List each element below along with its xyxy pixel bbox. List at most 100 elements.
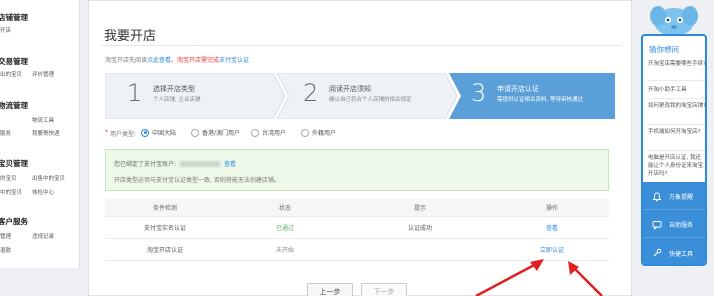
col-header: 状态	[278, 205, 291, 212]
help-title: 猜你想问	[649, 45, 679, 54]
step-title: 选择开店类型	[153, 85, 195, 93]
status-not-started: 未开始	[275, 247, 294, 254]
help-question[interactable]: 如何更改我的淘宝店铺?	[648, 102, 705, 110]
sidebar-link[interactable]: 中的宝贝	[0, 188, 22, 196]
sidebar-group-title: 店铺管理	[0, 13, 28, 22]
radio-foreign[interactable]: 外籍用户	[301, 128, 336, 137]
step-subtitle: 确认自己符合个人店铺的相关规定	[329, 97, 412, 103]
condition-name: 淘宝开店认证	[146, 247, 183, 254]
step-title: 阅读开店须知	[329, 85, 371, 93]
step-2: 2 阅读开店须知 确认自己符合个人店铺的相关规定	[277, 73, 457, 119]
help-question[interactable]: 手机端如何开淘宝店?	[648, 128, 705, 136]
table-row: 淘宝开店认证 未开始 立即认证	[105, 239, 609, 261]
reminder-button[interactable]: 万象提醒	[643, 184, 705, 210]
sidebar-link[interactable]: 出的宝贝	[0, 70, 22, 78]
sidebar-group-title: 客户服务	[0, 217, 28, 226]
page-title: 我要开店	[104, 29, 157, 44]
table-header: 条件检测 状态 提示 操作	[105, 199, 609, 217]
help-action-label: 万象提醒	[669, 194, 694, 201]
sidebar-link[interactable]: 违规记录	[32, 232, 54, 240]
chat-icon	[651, 219, 663, 231]
bell-icon	[651, 191, 663, 203]
divider	[647, 98, 705, 99]
wrench-icon	[651, 247, 663, 259]
notice-warning: 。淘宝开店需完成	[171, 57, 220, 64]
shop-type-note: 开店类型必须与支付宝认证类型一致, 否则将能无法创建店铺。	[114, 177, 280, 184]
alipay-bound-line: 您已绑定了支付宝账户: 查看	[114, 159, 236, 168]
step-title: 申请开店认证	[497, 85, 539, 93]
required-mark: *	[105, 129, 108, 136]
sidebar-link[interactable]: 管理	[0, 232, 11, 240]
radio-hk-macau[interactable]: 香港/澳门用户	[191, 128, 240, 137]
radio-taiwan[interactable]: 台湾用户	[251, 128, 286, 137]
alipay-bound-label: 您已绑定了支付宝账户:	[114, 161, 177, 168]
sidebar-link[interactable]: 服务	[0, 129, 11, 137]
help-actions: 万象提醒 自助服务 快捷工具	[643, 182, 705, 264]
help-action-label: 快捷工具	[669, 250, 694, 258]
divider	[647, 150, 705, 151]
radio-circle[interactable]	[191, 128, 199, 137]
user-type-label: 用户类型:	[110, 131, 137, 138]
sidebar-link[interactable]: 体检中心	[32, 188, 54, 196]
help-question[interactable]: 开淘小助手工具	[648, 86, 705, 94]
help-panel: 猜你想问 开淘宝店需要哪些手续? 开淘小助手工具 如何更改我的淘宝店铺? 手机端…	[641, 34, 707, 266]
radio-label: 香港/澳门用户	[202, 130, 241, 137]
table-row: 支付宝实名认证 已通过 认证成功 查看	[105, 217, 609, 239]
step-progress: 1 选择开店类型 个人店铺, 企业店铺 2 阅读开店须知 确认自己符合个人店铺的…	[105, 73, 615, 119]
sidebar-link[interactable]: 评价管理	[32, 70, 54, 78]
auth-condition-table: 条件检测 状态 提示 操作 支付宝实名认证 已通过 认证成功 查看 淘宝开店认证…	[105, 199, 609, 261]
mascot-icon[interactable]	[646, 0, 702, 36]
step-number: 3	[471, 79, 487, 107]
page: 店铺管理 开店 交易管理 出的宝贝 评价管理 物流管理 物流工具 服务 我要寄快…	[0, 0, 714, 296]
open-shop-notice: 淘宝开店先阅读点此查看。淘宝开店需完成支付宝认证	[105, 55, 249, 64]
sidebar-link[interactable]: 退款	[0, 246, 11, 254]
user-type-row: * 用户类型: 中国大陆 香港/澳门用户 台湾用户 外籍用户	[105, 128, 405, 140]
tip-text: 认证成功	[407, 225, 432, 232]
help-question[interactable]: 开淘宝店需要哪些手续?	[648, 60, 705, 68]
col-header: 操作	[545, 205, 558, 212]
col-header: 条件检测	[152, 205, 177, 212]
step-number: 1	[127, 79, 143, 107]
sidebar-link[interactable]: 开店	[0, 26, 11, 34]
self-service-button[interactable]: 自助服务	[643, 212, 705, 238]
radio-mainland[interactable]: 中国大陆	[141, 128, 176, 137]
radio-circle[interactable]	[301, 128, 309, 137]
notice-view-link[interactable]: 点此查看	[147, 57, 171, 64]
step-1: 1 选择开店类型 个人店铺, 企业店铺	[105, 73, 285, 119]
radio-label: 中国大陆	[152, 130, 177, 137]
help-question[interactable]: 电脑是开店认证, 我还能让个人身份证来淘宝开店吗?	[648, 154, 705, 178]
sidebar-group-title: 物流管理	[0, 101, 28, 110]
alipay-auth-link[interactable]: 支付宝认证	[219, 57, 249, 64]
quick-tools-button[interactable]: 快捷工具	[643, 240, 705, 264]
divider	[647, 80, 705, 81]
start-auth-button[interactable]: 立即认证	[495, 239, 609, 260]
step-subtitle: 需提供认证相关资料, 等待审核通过	[497, 97, 583, 103]
status-passed: 已通过	[275, 225, 294, 232]
radio-circle-checked[interactable]	[141, 128, 149, 137]
masked-account	[180, 160, 221, 167]
sidebar-link[interactable]: 我要寄快递	[32, 129, 60, 137]
next-step-button[interactable]: 下一步	[361, 283, 407, 296]
radio-circle[interactable]	[251, 128, 259, 137]
divider	[647, 124, 705, 125]
col-header: 提示	[413, 205, 426, 212]
view-account-link[interactable]: 查看	[224, 159, 236, 168]
seller-sidebar: 店铺管理 开店 交易管理 出的宝贝 评价管理 物流管理 物流工具 服务 我要寄快…	[0, 0, 80, 268]
view-button[interactable]: 查看	[495, 217, 609, 238]
sidebar-group-title: 宝贝管理	[0, 159, 28, 168]
condition-name: 支付宝实名认证	[143, 225, 186, 232]
radio-label: 台湾用户	[262, 130, 287, 137]
step-3-active: 3 申请开店认证 需提供认证相关资料, 等待审核通过	[449, 73, 615, 119]
divider	[101, 45, 621, 46]
help-action-label: 自助服务	[669, 222, 694, 229]
prev-step-button[interactable]: 上一步	[307, 283, 353, 296]
sidebar-link[interactable]: 出售中的宝贝	[32, 174, 65, 182]
sidebar-link[interactable]: 的宝贝	[0, 174, 17, 182]
open-shop-panel: 我要开店 淘宝开店先阅读点此查看。淘宝开店需完成支付宝认证 1 选择开店类型 个…	[88, 0, 632, 296]
sidebar-link[interactable]: 物流工具	[32, 116, 54, 124]
tip-text	[345, 239, 495, 260]
step-number: 2	[303, 79, 319, 107]
notice-text: 淘宝开店先阅读	[105, 57, 148, 64]
radio-label: 外籍用户	[312, 130, 337, 137]
sidebar-group-title: 交易管理	[0, 57, 28, 66]
